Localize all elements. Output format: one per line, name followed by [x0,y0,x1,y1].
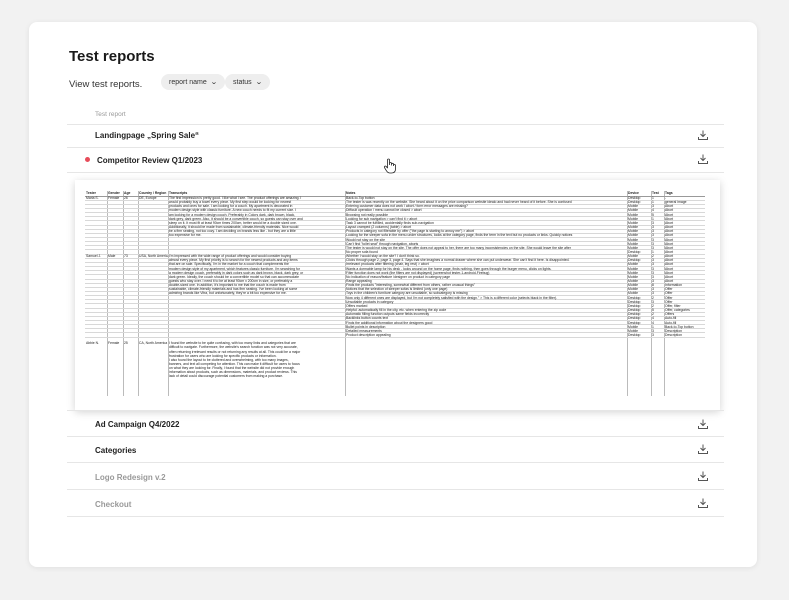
download-icon[interactable] [697,418,709,430]
transcript-line: too expensive for me. [169,233,202,238]
tester-country-cell: DE, Europe [139,196,157,200]
tester-country-cell: USA, North America [139,254,168,259]
row-divider [67,462,724,463]
grid-line [167,191,168,396]
status-dot [85,157,90,163]
page-subtitle: View test reports. [69,79,143,90]
tester-gender-cell: Female [108,341,120,346]
grid-line [122,191,123,396]
row-divider [67,516,724,517]
grid-line [106,191,107,396]
tester-gender-cell: Male [108,254,116,259]
chevron-down-icon: ⌄ [254,79,263,86]
tester-gender-cell: Female [108,196,120,200]
report-row-label-expanded[interactable]: Competitor Review Q1/2023 [85,156,202,165]
download-icon[interactable] [697,497,709,509]
report-row-label[interactable]: Checkout [95,500,131,509]
test-number-cell: 3 [652,332,654,337]
row-divider [67,489,724,490]
transcript-line: lack of detail could discourage potentia… [169,374,284,379]
tester-name-cell: Abbie N. [86,341,100,346]
row-divider [67,147,724,148]
row-divider [67,436,724,437]
row-divider [67,124,724,125]
tag-cell: Description [665,332,682,337]
row-divider [67,410,724,411]
chevron-down-icon: ⌄ [209,79,218,86]
page-title: Test reports [69,48,155,65]
tester-age-cell: 73 [124,254,128,259]
download-icon[interactable] [697,153,709,165]
grid-line [344,191,345,396]
report-row-label-text: Competitor Review Q1/2023 [97,156,203,165]
status-filter-label: status [233,78,252,86]
download-icon[interactable] [697,129,709,141]
hand-cursor-icon [383,158,396,174]
report-row-label[interactable]: Categories [95,446,136,455]
tester-name-cell: Maria S. [86,196,99,200]
tester-name-cell: Samuel J. [86,254,102,259]
tester-country-cell: CA, North America [139,341,168,346]
device-cell: Desktop [628,332,641,337]
download-icon[interactable] [697,443,709,455]
column-header-test-report: Test report [95,111,126,118]
grid-line [137,191,138,396]
reports-card: Test reports View test reports. report n… [29,22,757,567]
report-name-filter[interactable]: report name ⌄ [161,74,225,90]
download-icon[interactable] [697,470,709,482]
grid-line [626,191,627,396]
status-filter[interactable]: status ⌄ [225,74,270,90]
report-row-label[interactable]: Ad Campaign Q4/2022 [95,420,179,429]
transcript-line: admiring brands like Vitra, but unfortun… [169,291,287,296]
report-row-label[interactable]: Logo Redesign v.2 [95,473,166,482]
report-row-label[interactable]: Landingpage „Spring Sale“ [95,131,199,140]
tester-age-cell: 25 [124,341,128,346]
note-cell: Product description appealing [346,332,391,337]
tester-age-cell: 26 [124,196,128,200]
report-name-filter-label: report name [169,78,207,86]
report-preview-spreadsheet: Tester Gender Age Country / Region Transcrip… [75,180,720,410]
